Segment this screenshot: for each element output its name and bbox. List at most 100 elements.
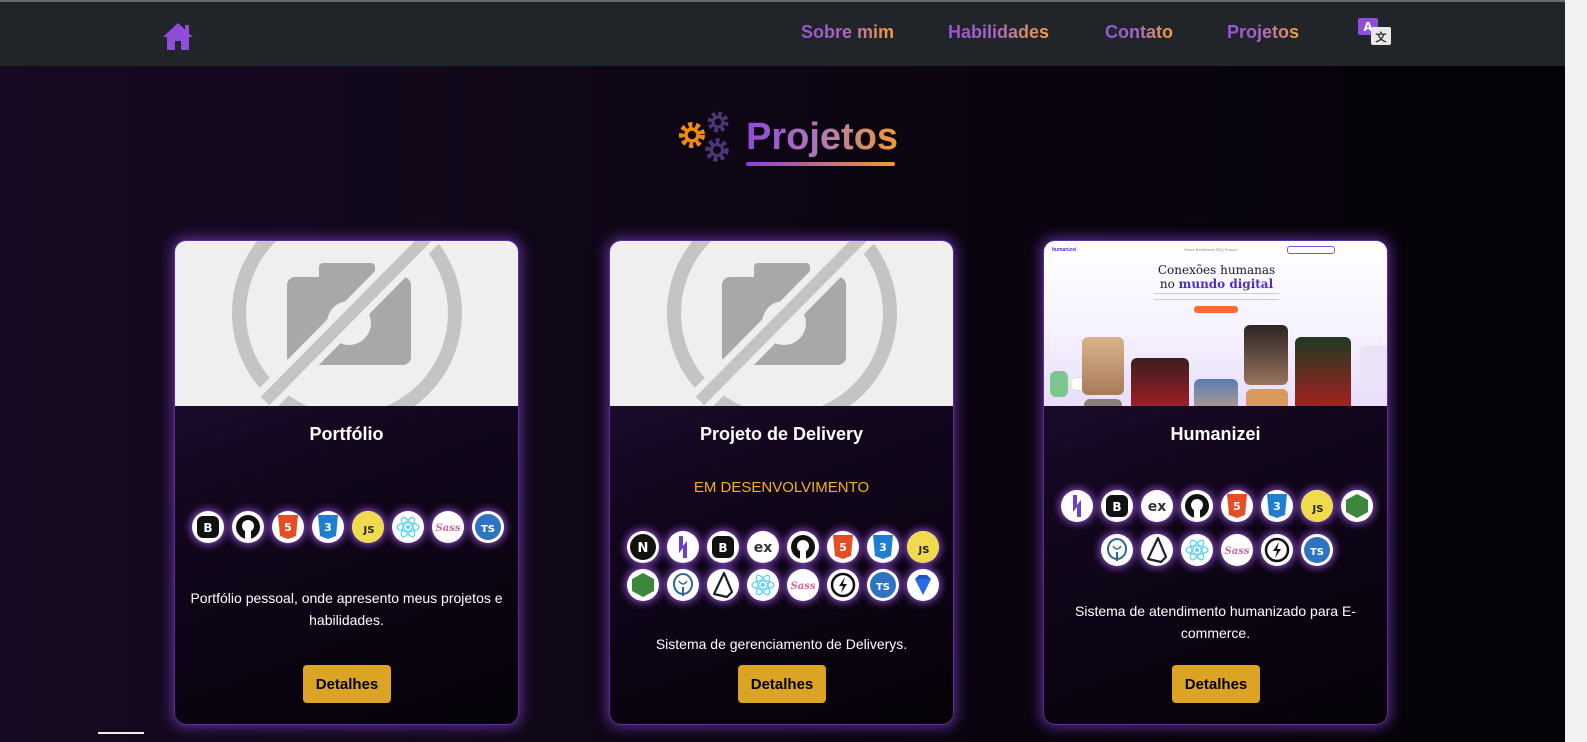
home-icon[interactable] bbox=[162, 21, 194, 51]
bootstrap-icon: B bbox=[191, 511, 224, 543]
sass-icon: Sass bbox=[431, 511, 464, 543]
html5-icon: 5 bbox=[826, 531, 859, 563]
navbar: Sobre mim Habilidades Contato Projetos A… bbox=[0, 2, 1565, 66]
prisma-icon bbox=[706, 569, 739, 601]
preview-headline-line2: no mundo digital bbox=[1044, 277, 1387, 291]
svg-text:N: N bbox=[637, 541, 648, 556]
preview-headline: Conexões humanas no mundo digital bbox=[1044, 263, 1387, 291]
svg-text:Sass: Sass bbox=[790, 581, 815, 592]
preview-photo bbox=[1082, 337, 1124, 395]
bootstrap-icon: B bbox=[706, 531, 739, 563]
preview-photo bbox=[1084, 399, 1122, 406]
status-badge: EM DESENVOLVIMENTO bbox=[693, 479, 870, 496]
css3-icon: 3 bbox=[311, 511, 344, 543]
javascript-icon: JS bbox=[906, 531, 939, 563]
svg-text:JS: JS bbox=[1311, 504, 1323, 515]
preview-cta bbox=[1194, 306, 1238, 313]
preview-headline-highlight: mundo digital bbox=[1178, 277, 1274, 291]
svg-text:JS: JS bbox=[362, 525, 374, 536]
scrollbar[interactable] bbox=[1565, 0, 1587, 742]
bootstrap-icon: B bbox=[1100, 490, 1133, 522]
svg-text:文: 文 bbox=[1376, 30, 1388, 44]
github-icon bbox=[1180, 490, 1213, 522]
card-description: Sistema de atendimento humanizado para E… bbox=[1075, 603, 1356, 641]
prisma-icon bbox=[1140, 534, 1173, 566]
tech-stack: N B ex 5 3 JS Sass TS bbox=[620, 531, 945, 601]
svg-text:TS: TS bbox=[1309, 547, 1323, 558]
preview-headline-line1: Conexões humanas bbox=[1157, 263, 1276, 277]
preview-photo bbox=[1050, 371, 1068, 397]
gears-icon bbox=[679, 111, 729, 162]
details-button[interactable]: Detalhes bbox=[303, 665, 391, 703]
svg-text:5: 5 bbox=[1233, 500, 1241, 513]
sapphire-icon bbox=[906, 569, 939, 601]
css3-icon: 3 bbox=[1260, 490, 1293, 522]
scroll-indicator bbox=[98, 732, 144, 734]
card-title: Projeto de Delivery bbox=[699, 424, 864, 444]
javascript-icon: JS bbox=[1300, 490, 1333, 522]
css3-icon: 3 bbox=[866, 531, 899, 563]
github-icon bbox=[231, 511, 264, 543]
preview-photo bbox=[1246, 389, 1288, 406]
preview-button bbox=[1287, 246, 1335, 254]
express-icon: ex bbox=[1140, 490, 1173, 522]
svg-text:ex: ex bbox=[753, 540, 772, 556]
humanizei-preview: humanizei Sobre Benefícios FAQ Preços Co… bbox=[1044, 241, 1387, 406]
swagger-icon bbox=[826, 569, 859, 601]
no-photo-icon bbox=[667, 241, 897, 406]
svg-text:3: 3 bbox=[1273, 500, 1281, 513]
nav-sobre-mim[interactable]: Sobre mim bbox=[801, 22, 894, 43]
typescript-icon: TS bbox=[866, 569, 899, 601]
svg-text:ex: ex bbox=[1147, 499, 1166, 515]
no-image-placeholder bbox=[610, 241, 953, 406]
tech-stack: B 5 3 JS Sass TS bbox=[185, 511, 510, 543]
preview-photo bbox=[1194, 379, 1238, 406]
svg-text:3: 3 bbox=[879, 541, 887, 554]
github-icon bbox=[786, 531, 819, 563]
sass-icon: Sass bbox=[1220, 534, 1253, 566]
svg-text:5: 5 bbox=[284, 521, 292, 534]
nextjs-icon: N bbox=[626, 531, 659, 563]
details-button[interactable]: Detalhes bbox=[738, 665, 826, 703]
card-title: Portfólio bbox=[309, 424, 384, 444]
nav-habilidades[interactable]: Habilidades bbox=[948, 22, 1049, 43]
postgresql-icon bbox=[1100, 534, 1133, 566]
svg-text:Sass: Sass bbox=[435, 523, 460, 534]
translate-icon[interactable]: A 文 bbox=[1357, 17, 1393, 47]
svg-text:TS: TS bbox=[480, 524, 494, 535]
no-image-placeholder bbox=[175, 241, 518, 406]
html5-icon: 5 bbox=[271, 511, 304, 543]
svg-text:B: B bbox=[203, 521, 212, 535]
nodejs-icon bbox=[626, 569, 659, 601]
svg-text:5: 5 bbox=[839, 541, 847, 554]
nav-contato[interactable]: Contato bbox=[1105, 22, 1173, 43]
heroku-icon bbox=[1060, 490, 1093, 522]
html5-icon: 5 bbox=[1220, 490, 1253, 522]
heroku-icon bbox=[666, 531, 699, 563]
typescript-icon: TS bbox=[471, 511, 504, 543]
preview-subtitle-lines bbox=[1154, 293, 1279, 300]
nav-projetos[interactable]: Projetos bbox=[1227, 22, 1299, 43]
title-underline bbox=[746, 162, 895, 166]
preview-photo bbox=[1295, 337, 1351, 406]
react-icon bbox=[1180, 534, 1213, 566]
react-icon bbox=[391, 511, 424, 543]
card-description: Portfólio pessoal, onde apresento meus p… bbox=[190, 590, 503, 628]
preview-photo bbox=[1131, 358, 1189, 406]
svg-text:B: B bbox=[1112, 500, 1121, 514]
javascript-icon: JS bbox=[351, 511, 384, 543]
project-card-humanizei: humanizei Sobre Benefícios FAQ Preços Co… bbox=[1043, 240, 1388, 725]
preview-photo bbox=[1360, 345, 1387, 385]
tech-stack: B ex 5 3 JS Sass TS bbox=[1049, 490, 1384, 566]
preview-photo bbox=[1244, 325, 1288, 385]
section-heading: Projetos bbox=[674, 106, 914, 176]
project-card-delivery: Projeto de Delivery EM DESENVOLVIMENTO N… bbox=[609, 240, 954, 725]
react-icon bbox=[746, 569, 779, 601]
project-screenshot: humanizei Sobre Benefícios FAQ Preços Co… bbox=[1044, 241, 1387, 406]
preview-headline-prefix: no bbox=[1159, 277, 1175, 291]
details-button[interactable]: Detalhes bbox=[1172, 665, 1260, 703]
page-title: Projetos bbox=[746, 116, 899, 158]
svg-text:3: 3 bbox=[324, 521, 332, 534]
swagger-icon bbox=[1260, 534, 1293, 566]
svg-text:TS: TS bbox=[875, 582, 889, 593]
